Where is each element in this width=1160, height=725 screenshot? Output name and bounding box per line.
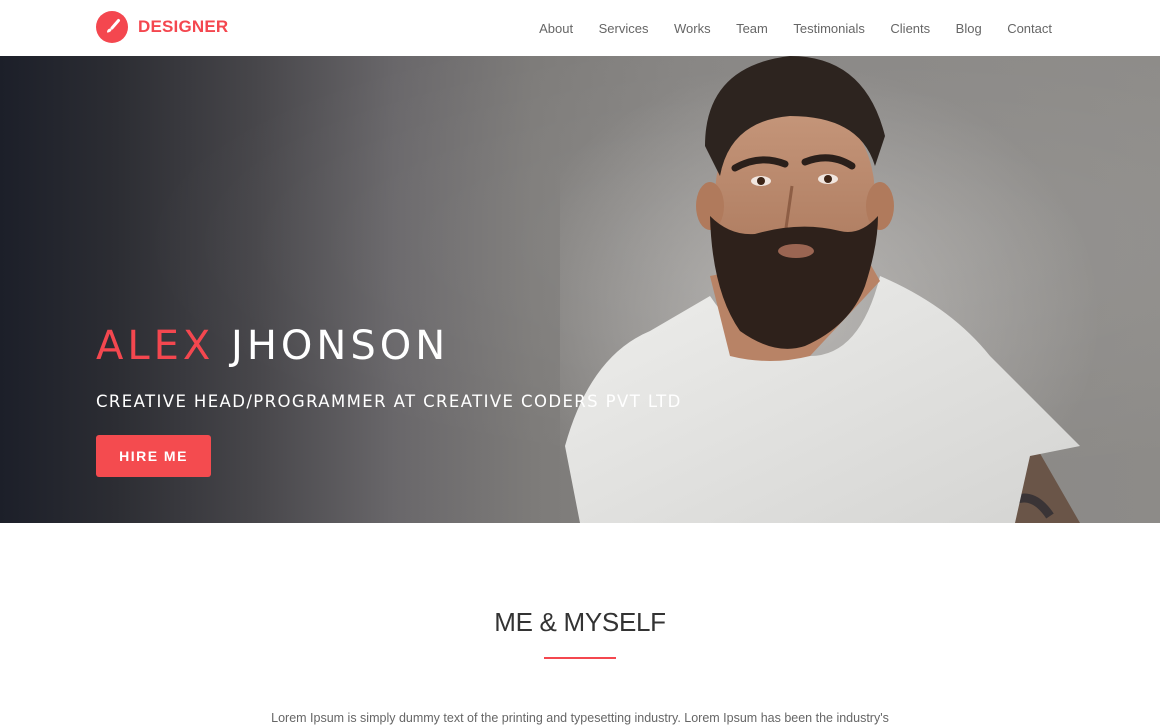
nav-testimonials[interactable]: Testimonials (793, 21, 865, 36)
about-section: ME & MYSELF Lorem Ipsum is simply dummy … (0, 523, 1160, 725)
title-underline (544, 657, 616, 659)
hero-first-name: ALEX (96, 323, 215, 369)
hero-content: ALEX JHONSON CREATIVE HEAD/PROGRAMMER AT… (96, 322, 682, 477)
nav-about[interactable]: About (539, 21, 573, 36)
nav-works[interactable]: Works (674, 21, 711, 36)
hero-last-name: JHONSON (231, 323, 450, 369)
brand-link[interactable]: DESIGNER (96, 11, 228, 43)
paintbrush-icon (96, 11, 128, 43)
hero-name: ALEX JHONSON (96, 322, 682, 370)
nav-contact[interactable]: Contact (1007, 21, 1052, 36)
section-title: ME & MYSELF (494, 607, 666, 637)
hire-me-button[interactable]: HIRE ME (96, 435, 211, 477)
hero-subtitle: CREATIVE HEAD/PROGRAMMER AT CREATIVE COD… (96, 392, 682, 411)
navbar: DESIGNER About Services Works Team Testi… (0, 0, 1160, 56)
hero-section: ALEX JHONSON CREATIVE HEAD/PROGRAMMER AT… (0, 56, 1160, 523)
nav-services[interactable]: Services (599, 21, 649, 36)
nav-clients[interactable]: Clients (890, 21, 930, 36)
nav-blog[interactable]: Blog (956, 21, 982, 36)
nav-team[interactable]: Team (736, 21, 768, 36)
main-nav: About Services Works Team Testimonials C… (539, 0, 1052, 56)
brand-name: DESIGNER (138, 17, 229, 36)
about-text: Lorem Ipsum is simply dummy text of the … (271, 711, 889, 725)
